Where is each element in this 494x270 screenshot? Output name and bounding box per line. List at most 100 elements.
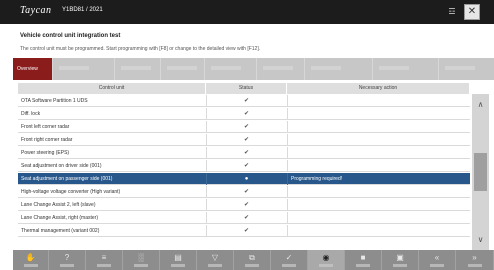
control-unit-name: Front right corner radar xyxy=(21,137,73,143)
button-caption-placeholder xyxy=(171,264,185,267)
table-row[interactable]: Diff. lock ✔ xyxy=(18,108,470,120)
control-unit-name: Front left corner radar xyxy=(21,124,70,130)
table-row[interactable]: Power steering (EPS) ✔ xyxy=(18,147,470,159)
list-icon: ≡ xyxy=(101,253,107,262)
tab-overview[interactable]: Overview xyxy=(13,58,53,80)
necessary-action xyxy=(291,134,467,146)
status-icon: ✔ xyxy=(243,124,250,130)
table-row[interactable]: High-voltage voltage converter (High var… xyxy=(18,186,470,198)
signal-button[interactable]: ░ xyxy=(123,250,160,270)
column-divider xyxy=(287,225,288,237)
help-icon: ? xyxy=(64,253,70,262)
control-unit-name: Lane Change Assist, right (master) xyxy=(21,215,98,221)
button-caption-placeholder xyxy=(282,264,296,267)
forward-icon: » xyxy=(472,253,477,262)
document-button[interactable]: ▤ xyxy=(160,250,197,270)
table-row[interactable]: Lane Change Assist 2, left (slave) ✔ xyxy=(18,199,470,211)
document-icon: ▤ xyxy=(174,253,182,262)
status-icon: ✔ xyxy=(243,228,250,234)
chat-button[interactable]: ■ xyxy=(345,250,382,270)
table-row[interactable]: Lane Change Assist, right (master) ✔ xyxy=(18,212,470,224)
scroll-down-icon[interactable]: ∨ xyxy=(473,232,488,247)
control-unit-name: OTA Software Partition 1 UDS xyxy=(21,98,88,104)
copy-icon: ⧉ xyxy=(249,253,255,262)
necessary-action xyxy=(291,212,467,224)
button-caption-placeholder xyxy=(134,264,148,267)
table-row[interactable]: Thermal management (variant 002) ✔ xyxy=(18,225,470,237)
button-caption-placeholder xyxy=(430,264,444,267)
status-icon: ● xyxy=(244,176,249,182)
status-icon: ✔ xyxy=(243,163,250,169)
column-divider xyxy=(287,160,288,172)
forward-button[interactable]: » xyxy=(456,250,494,270)
filter-button[interactable]: ▽ xyxy=(197,250,234,270)
tab-2[interactable] xyxy=(53,58,115,80)
tab-4[interactable] xyxy=(161,58,205,80)
column-divider xyxy=(287,186,288,198)
scroll-thumb[interactable] xyxy=(474,153,487,191)
table-row[interactable]: Seat adjustment on driver side (001) ✔ xyxy=(18,160,470,172)
control-unit-name: Seat adjustment on passenger side (001) xyxy=(21,176,113,182)
page-title: Vehicle control unit integration test xyxy=(20,33,121,39)
column-divider xyxy=(287,212,288,224)
necessary-action xyxy=(291,108,467,120)
table-row[interactable]: Front right corner radar ✔ xyxy=(18,134,470,146)
filter-icon: ▽ xyxy=(211,253,219,262)
tab-5[interactable] xyxy=(205,58,257,80)
column-header-control-unit[interactable]: Control unit xyxy=(18,83,206,94)
necessary-action xyxy=(291,121,467,133)
button-caption-placeholder xyxy=(356,264,370,267)
status-icon: ✔ xyxy=(243,137,250,143)
tab-label-placeholder xyxy=(263,66,293,70)
tab-label-placeholder xyxy=(445,66,475,70)
hand-button[interactable]: ✋ xyxy=(13,250,49,270)
column-header-action[interactable]: Necessary action xyxy=(287,83,470,94)
necessary-action xyxy=(291,95,467,107)
copy-button[interactable]: ⧉ xyxy=(234,250,271,270)
control-unit-name: Thermal management (variant 002) xyxy=(21,228,100,234)
tab-9[interactable] xyxy=(439,58,494,80)
check-button[interactable]: ✓ xyxy=(271,250,308,270)
print-button[interactable]: ▣ xyxy=(382,250,419,270)
necessary-action xyxy=(291,225,467,237)
button-caption-placeholder xyxy=(23,264,38,267)
button-caption-placeholder xyxy=(97,264,111,267)
close-button[interactable]: ✕ xyxy=(464,4,480,20)
tab-bar: Overview xyxy=(13,58,494,80)
scroll-up-icon[interactable]: ∧ xyxy=(473,97,488,112)
necessary-action xyxy=(291,160,467,172)
table-row[interactable]: Front left corner radar ✔ xyxy=(18,121,470,133)
back-icon: « xyxy=(434,253,440,262)
necessary-action xyxy=(291,186,467,198)
print-icon: ▣ xyxy=(396,253,404,262)
column-header-status[interactable]: Status xyxy=(206,83,287,94)
connection-icon: ☲ xyxy=(448,7,456,16)
target-button[interactable]: ◉ xyxy=(308,250,345,270)
button-caption-placeholder xyxy=(60,264,74,267)
tab-6[interactable] xyxy=(257,58,305,80)
tab-3[interactable] xyxy=(115,58,161,80)
column-divider xyxy=(287,108,288,120)
chat-icon: ■ xyxy=(360,253,366,262)
back-button[interactable]: « xyxy=(419,250,456,270)
table-row[interactable]: Seat adjustment on passenger side (001) ●… xyxy=(18,173,470,185)
status-icon: ✔ xyxy=(243,202,250,208)
control-unit-name: Seat adjustment on driver side (001) xyxy=(21,163,102,169)
hand-icon: ✋ xyxy=(25,253,36,262)
tab-8[interactable] xyxy=(373,58,439,80)
control-unit-name: Power steering (EPS) xyxy=(21,150,70,156)
table-row[interactable]: OTA Software Partition 1 UDS ✔ xyxy=(18,95,470,107)
tab-label: Overview xyxy=(17,66,38,72)
necessary-action xyxy=(291,147,467,159)
help-button[interactable]: ? xyxy=(49,250,86,270)
control-unit-name: High-voltage voltage converter (High var… xyxy=(21,189,121,195)
tab-7[interactable] xyxy=(305,58,373,80)
tab-label-placeholder xyxy=(167,66,197,70)
vertical-scrollbar[interactable]: ∧ ∨ xyxy=(472,94,489,250)
column-divider xyxy=(287,147,288,159)
status-icon: ✔ xyxy=(243,215,250,221)
title-bar: Taycan Y1BD81 / 2021 ☲ ✕ xyxy=(0,0,494,24)
status-icon: ✔ xyxy=(243,111,250,117)
table-header: Control unit Status Necessary action xyxy=(18,83,470,94)
list-button[interactable]: ≡ xyxy=(86,250,123,270)
